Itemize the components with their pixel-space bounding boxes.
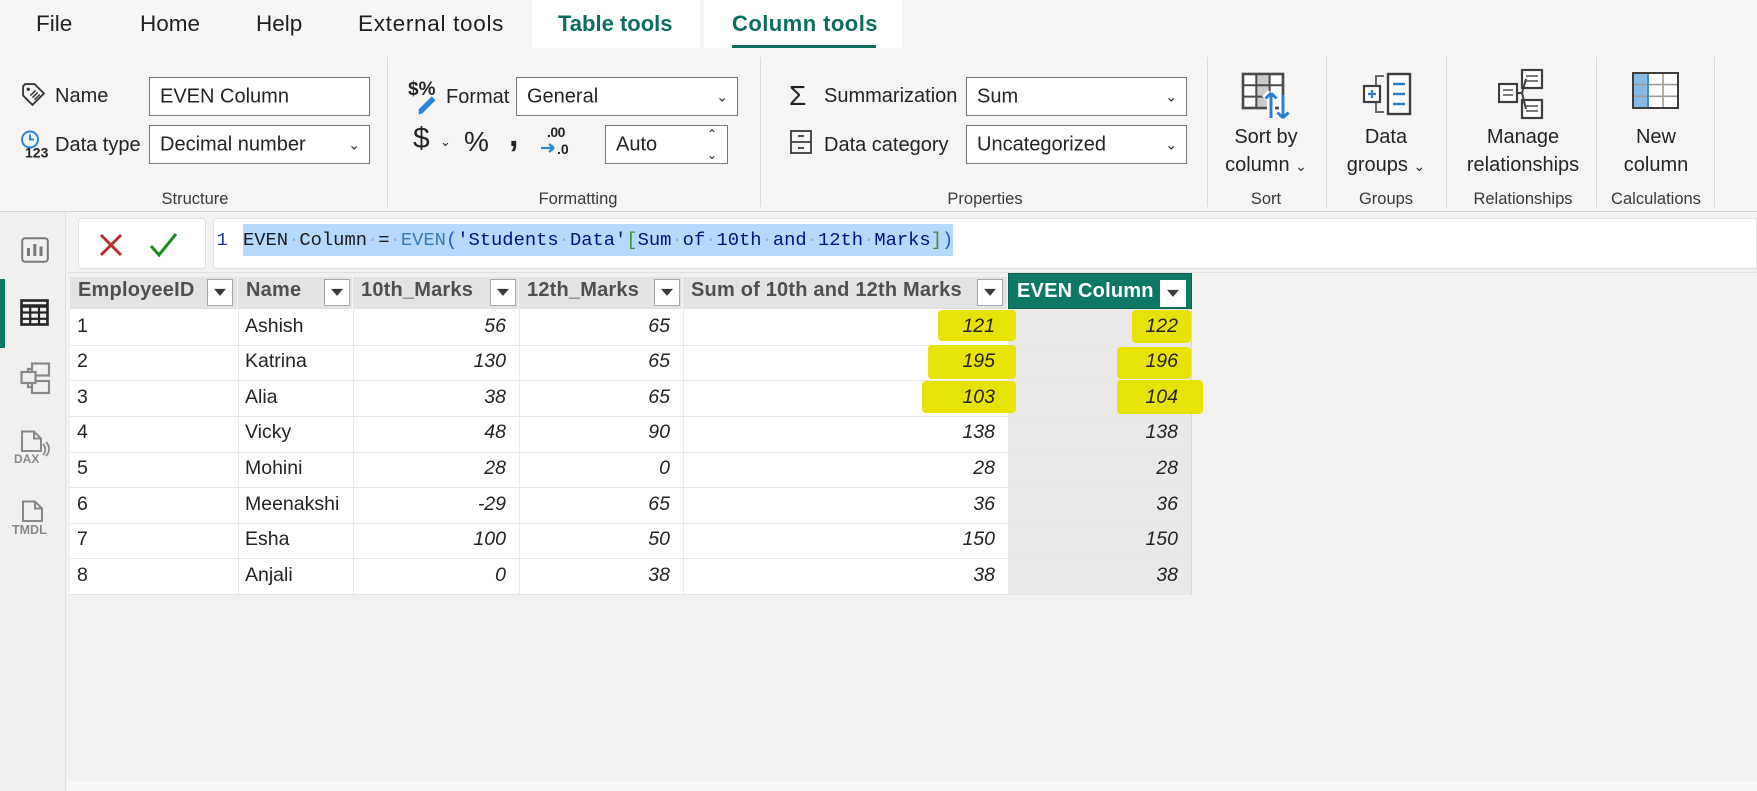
svg-text:DAX: DAX: [14, 452, 39, 466]
svg-text:.0: .0: [557, 141, 569, 157]
svg-text:TMDL: TMDL: [12, 523, 47, 537]
svg-text:123: 123: [25, 145, 49, 161]
